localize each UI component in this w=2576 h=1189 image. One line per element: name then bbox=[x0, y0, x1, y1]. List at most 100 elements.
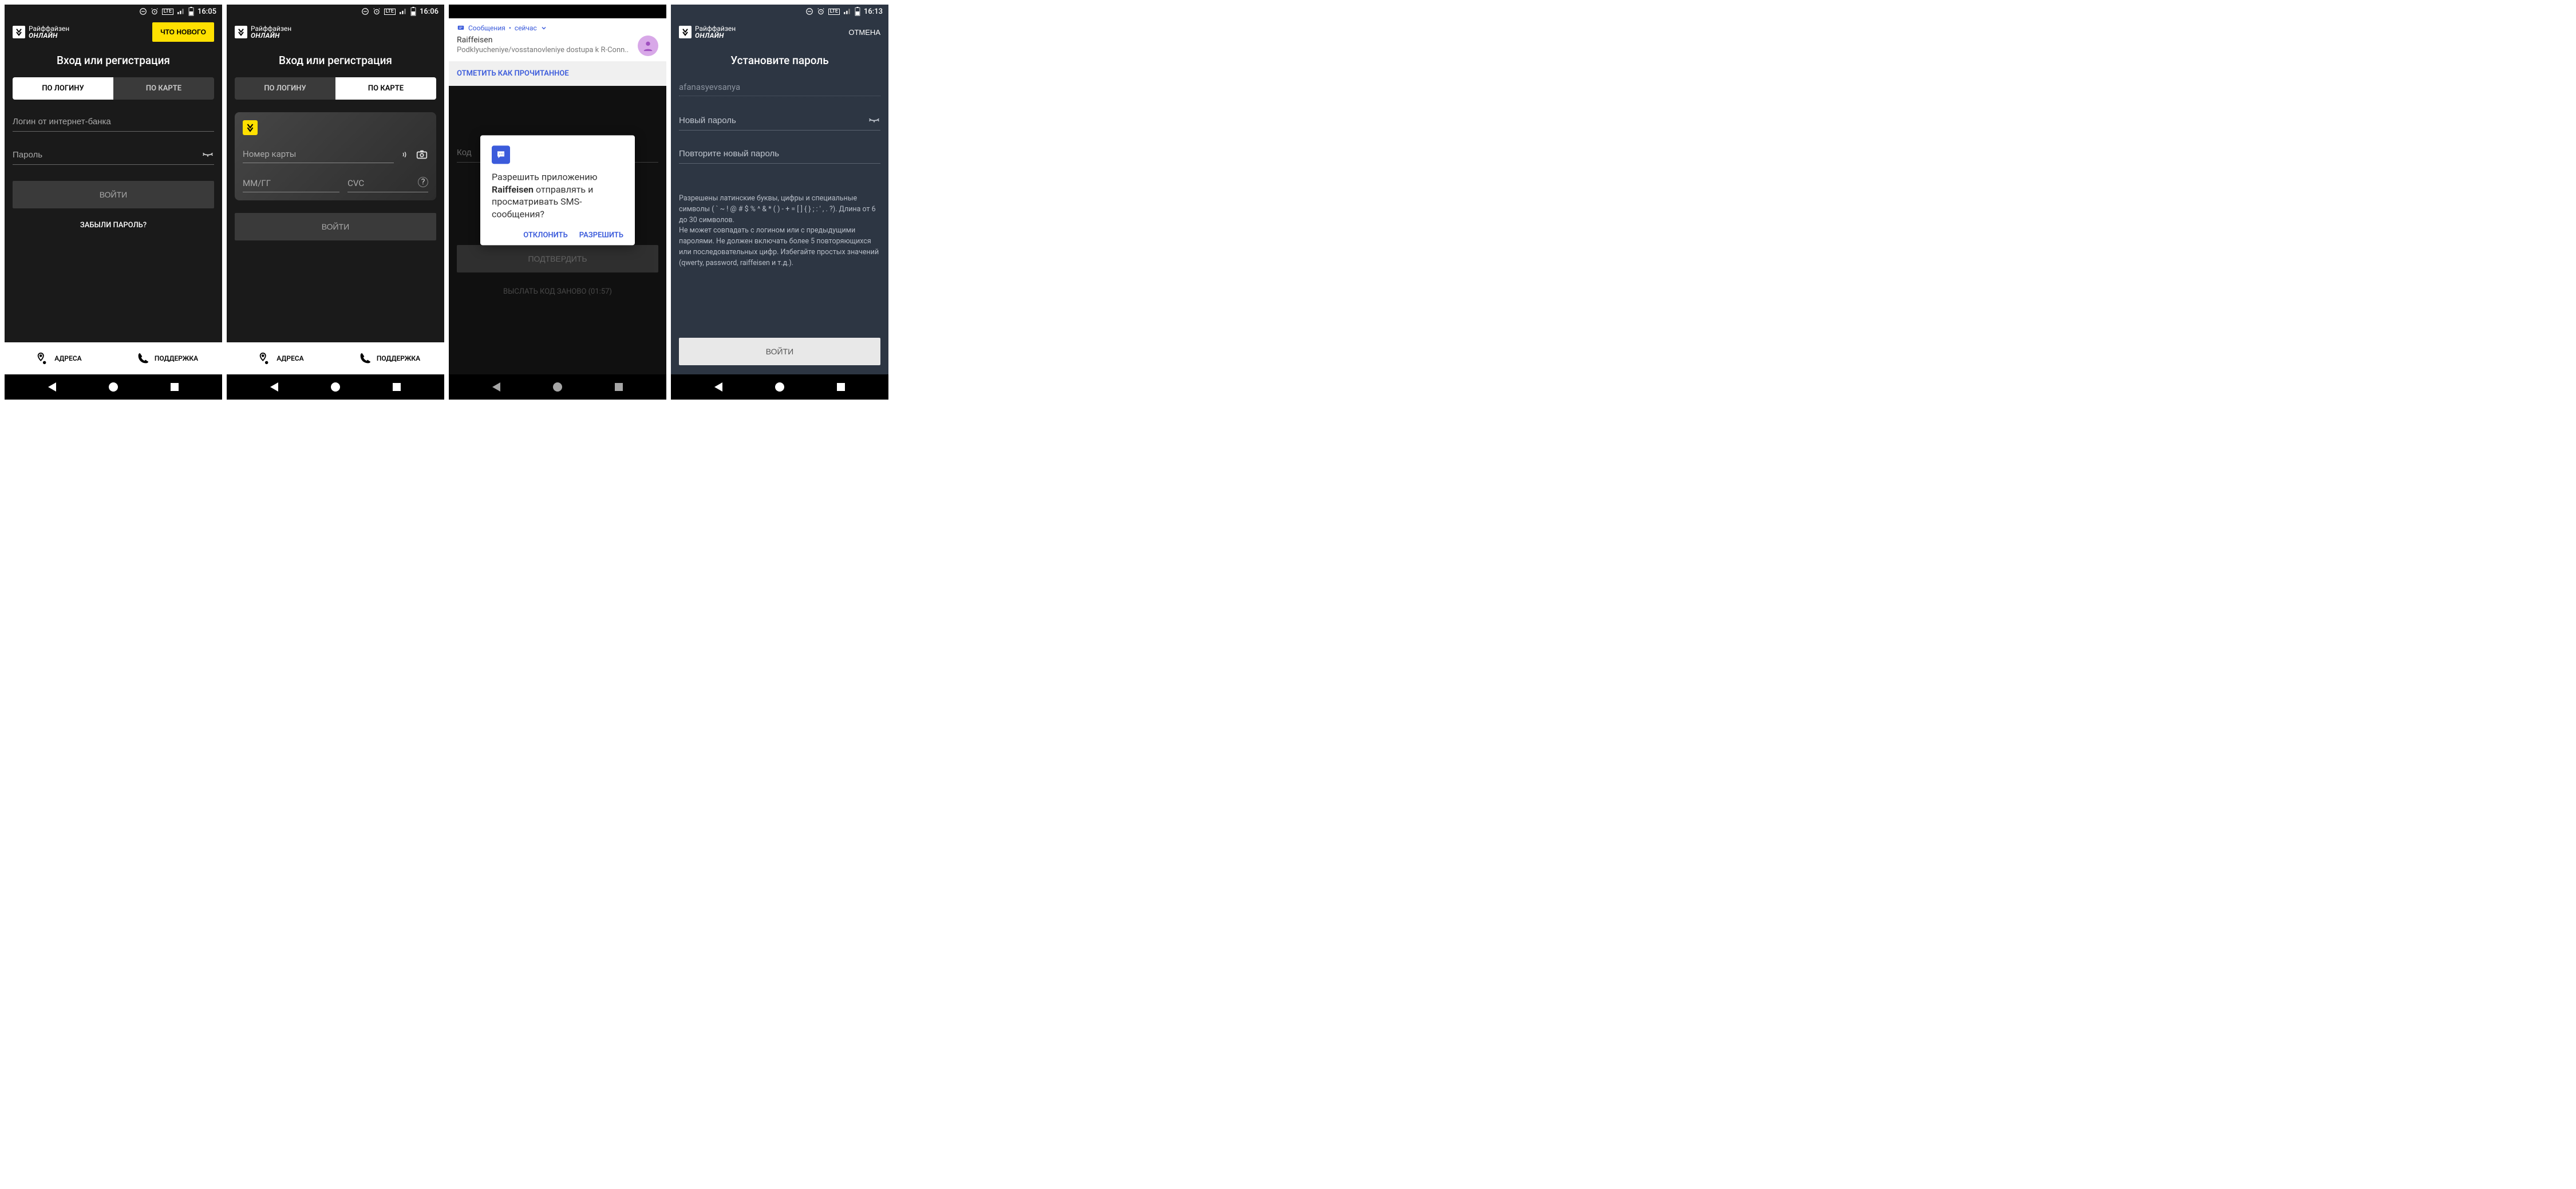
page-title: Вход или регистрация bbox=[227, 46, 444, 77]
alarm-icon bbox=[151, 7, 159, 15]
card-number-input[interactable]: Номер карты bbox=[243, 145, 394, 163]
android-nav-bar bbox=[671, 374, 888, 400]
page-title: Установите пароль bbox=[671, 46, 888, 77]
battery-icon bbox=[410, 7, 416, 16]
card-visual: Номер карты ММ/ГГ CVC ? bbox=[235, 112, 436, 200]
tab-by-login[interactable]: ПО ЛОГИНУ bbox=[235, 77, 335, 100]
nav-back-icon[interactable] bbox=[270, 382, 278, 392]
android-nav-bar bbox=[5, 374, 222, 400]
whats-new-button[interactable]: ЧТО НОВОГО bbox=[152, 22, 214, 42]
support-button[interactable]: ПОДДЕРЖКА bbox=[113, 342, 222, 374]
nav-back-icon[interactable] bbox=[492, 382, 500, 392]
login-tabs: ПО ЛОГИНУ ПО КАРТЕ bbox=[235, 77, 436, 100]
screen-set-password: LTE 16:13 Райффайзен ОНЛАЙН ОТМЕНА Устан… bbox=[671, 5, 888, 400]
app-logo: Райффайзен ОНЛАЙН bbox=[235, 25, 291, 39]
status-time: 16:05 bbox=[197, 7, 216, 16]
username-readonly: afanasyevsanya bbox=[679, 77, 880, 96]
login-input[interactable] bbox=[13, 112, 214, 132]
addresses-button[interactable]: АДРЕСА bbox=[227, 342, 335, 374]
deny-button[interactable]: ОТКЛОНИТЬ bbox=[523, 231, 568, 239]
android-nav-bar bbox=[449, 374, 666, 400]
nav-home-icon[interactable] bbox=[553, 382, 562, 392]
sms-notification[interactable]: Сообщения • сейчас Raiffeisen Podklyuche… bbox=[449, 18, 666, 61]
app-header: Райффайзен ОНЛАЙН ОТМЕНА bbox=[671, 18, 888, 46]
status-time: 16:13 bbox=[864, 7, 883, 16]
cancel-button[interactable]: ОТМЕНА bbox=[848, 28, 880, 37]
tab-by-login[interactable]: ПО ЛОГИНУ bbox=[13, 77, 113, 100]
lte-icon: LTE bbox=[384, 9, 396, 15]
nav-home-icon[interactable] bbox=[109, 382, 118, 392]
nav-recent-icon[interactable] bbox=[171, 383, 179, 391]
logo-text: Райффайзен ОНЛАЙН bbox=[29, 25, 69, 39]
support-button[interactable]: ПОДДЕРЖКА bbox=[335, 342, 444, 374]
dialog-message: Разрешить приложению Raiffeisen отправля… bbox=[492, 171, 623, 220]
lte-icon: LTE bbox=[162, 9, 173, 15]
repeat-password-input[interactable] bbox=[679, 144, 880, 164]
bottom-bar: АДРЕСА ПОДДЕРЖКА bbox=[5, 342, 222, 374]
sms-permission-icon bbox=[492, 146, 510, 164]
eye-closed-icon[interactable] bbox=[202, 148, 214, 160]
allow-button[interactable]: РАЗРЕШИТЬ bbox=[579, 231, 623, 239]
phone-icon bbox=[137, 353, 149, 364]
confirm-button[interactable]: ПОДТВЕРДИТЬ bbox=[457, 245, 658, 272]
app-header: Райффайзен ОНЛАЙН ЧТО НОВОГО bbox=[5, 18, 222, 46]
login-button[interactable]: ВОЙТИ bbox=[679, 338, 880, 365]
alarm-icon bbox=[373, 7, 381, 15]
avatar-icon bbox=[638, 35, 658, 56]
new-password-input[interactable] bbox=[679, 111, 880, 131]
android-nav-bar bbox=[227, 374, 444, 400]
status-bar bbox=[449, 5, 666, 18]
screen-login-by-login: LTE 16:05 Райффайзен ОНЛАЙН ЧТО НОВОГО В… bbox=[5, 5, 222, 400]
login-button[interactable]: ВОЙТИ bbox=[235, 213, 436, 240]
status-bar: LTE 16:13 bbox=[671, 5, 888, 18]
mark-as-read-button[interactable]: ОТМЕТИТЬ КАК ПРОЧИТАННОЕ bbox=[449, 61, 666, 86]
nav-back-icon[interactable] bbox=[48, 382, 56, 392]
app-header: Райффайзен ОНЛАЙН bbox=[227, 18, 444, 46]
dnd-icon bbox=[361, 7, 369, 15]
nav-recent-icon[interactable] bbox=[615, 383, 623, 391]
battery-icon bbox=[855, 7, 860, 16]
addresses-label: АДРЕСА bbox=[54, 354, 81, 362]
dnd-icon bbox=[805, 7, 813, 15]
phone-icon bbox=[359, 353, 371, 364]
card-mmgg-input[interactable]: ММ/ГГ bbox=[243, 175, 339, 192]
login-tabs: ПО ЛОГИНУ ПО КАРТЕ bbox=[13, 77, 214, 100]
support-label: ПОДДЕРЖКА bbox=[377, 354, 420, 362]
login-button[interactable]: ВОЙТИ bbox=[13, 181, 214, 208]
card-cvc-input[interactable]: CVC ? bbox=[347, 175, 428, 192]
map-pin-icon bbox=[36, 352, 49, 365]
notif-time: сейчас bbox=[515, 24, 537, 32]
nav-home-icon[interactable] bbox=[331, 382, 340, 392]
messages-app-icon bbox=[457, 24, 465, 32]
chevron-down-icon[interactable] bbox=[540, 25, 547, 31]
logo-mark-icon bbox=[13, 26, 25, 38]
battery-icon bbox=[188, 7, 194, 16]
tab-by-card[interactable]: ПО КАРТЕ bbox=[113, 77, 214, 100]
password-helper-text: Разрешены латинские буквы, цифры и специ… bbox=[679, 193, 880, 268]
notif-app-name: Сообщения bbox=[468, 24, 505, 32]
status-bar: LTE 16:05 bbox=[5, 5, 222, 18]
page-title: Вход или регистрация bbox=[5, 46, 222, 77]
nav-recent-icon[interactable] bbox=[837, 383, 845, 391]
nav-home-icon[interactable] bbox=[775, 382, 784, 392]
help-icon[interactable]: ? bbox=[418, 177, 428, 187]
forgot-password-link[interactable]: ЗАБЫЛИ ПАРОЛЬ? bbox=[13, 221, 214, 230]
nav-back-icon[interactable] bbox=[714, 382, 722, 392]
status-bar: LTE 16:06 bbox=[227, 5, 444, 18]
permission-dialog: Разрешить приложению Raiffeisen отправля… bbox=[480, 136, 635, 245]
logo-mark-icon bbox=[235, 26, 247, 38]
card-logo-icon bbox=[243, 120, 258, 135]
eye-closed-icon[interactable] bbox=[868, 113, 880, 126]
addresses-button[interactable]: АДРЕСА bbox=[5, 342, 113, 374]
app-logo: Райффайзен ОНЛАЙН bbox=[679, 25, 736, 39]
notif-sender: Raiffeisen bbox=[457, 35, 658, 45]
password-input[interactable] bbox=[13, 145, 214, 165]
lte-icon: LTE bbox=[828, 9, 840, 15]
camera-scan-icon[interactable] bbox=[416, 148, 428, 161]
map-pin-icon bbox=[258, 352, 271, 365]
app-logo: Райффайзен ОНЛАЙН bbox=[13, 25, 69, 39]
nav-recent-icon[interactable] bbox=[393, 383, 401, 391]
screen-sms-permission: Сообщения • сейчас Raiffeisen Podklyuche… bbox=[449, 5, 666, 400]
tab-by-card[interactable]: ПО КАРТЕ bbox=[335, 77, 436, 100]
notif-body: Podklyucheniye/vosstanovleniye dostupa k… bbox=[457, 46, 658, 54]
